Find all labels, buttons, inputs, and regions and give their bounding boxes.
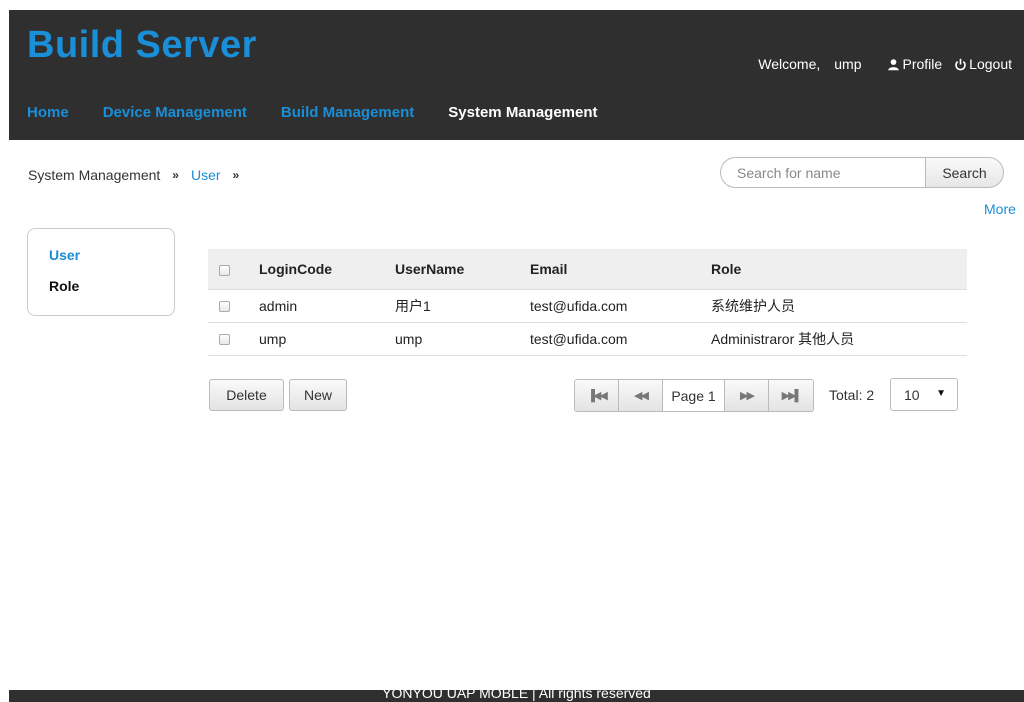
user-icon	[888, 58, 900, 70]
row-checkbox[interactable]	[219, 301, 230, 313]
delete-button[interactable]: Delete	[209, 379, 284, 411]
page-size-select[interactable]: 10 ▼	[890, 378, 958, 411]
breadcrumb: System Management » User »	[28, 167, 239, 183]
cell-username: ump	[395, 322, 530, 356]
page-left-edge	[0, 0, 9, 702]
row-select-cell	[208, 289, 250, 323]
cell-role: Administraror 其他人员	[711, 322, 967, 356]
dropdown-arrow-icon: ▼	[936, 388, 946, 399]
prev-page-icon: ◀◀	[634, 390, 649, 402]
breadcrumb-separator: »	[232, 168, 240, 182]
breadcrumb-root[interactable]: System Management	[28, 167, 160, 183]
logout-link[interactable]: Logout	[954, 56, 1012, 72]
total-count: Total: 2	[829, 387, 875, 403]
cell-email: test@ufida.com	[530, 289, 711, 323]
breadcrumb-separator: »	[172, 168, 179, 182]
nav-system-management[interactable]: System Management	[448, 104, 597, 121]
row-checkbox[interactable]	[219, 334, 230, 346]
user-table: LoginCode UserName Email Role admin 用户1 …	[208, 249, 967, 356]
nav-build-management[interactable]: Build Management	[281, 104, 414, 121]
last-page-button[interactable]: ▶▶▌	[769, 380, 813, 411]
more-link[interactable]: More	[984, 201, 1016, 217]
column-header-email[interactable]: Email	[530, 249, 711, 290]
profile-link[interactable]: Profile	[887, 56, 942, 72]
row-select-cell	[208, 322, 250, 356]
brand-title: Build Server	[27, 24, 257, 66]
page-indicator: Page 1	[663, 380, 725, 411]
first-page-button[interactable]: ▐◀◀	[575, 380, 619, 411]
username-label: ump	[834, 56, 862, 72]
cell-email: test@ufida.com	[530, 322, 711, 356]
table-header-row: LoginCode UserName Email Role	[208, 249, 967, 290]
cell-logincode: ump	[250, 322, 395, 356]
footer: YONYOU UAP MOBLE | All rights reserved	[9, 690, 1024, 702]
nav-device-management[interactable]: Device Management	[103, 104, 247, 121]
last-page-icon: ▶▶▌	[781, 390, 803, 402]
next-page-button[interactable]: ▶▶	[725, 380, 769, 411]
cell-username: 用户1	[395, 289, 530, 323]
nav-home[interactable]: Home	[27, 104, 69, 121]
table-row[interactable]: ump ump test@ufida.com Administraror 其他人…	[208, 322, 967, 356]
column-header-logincode[interactable]: LoginCode	[250, 249, 395, 290]
power-icon	[955, 58, 966, 70]
sidebar: User Role	[27, 228, 175, 316]
profile-label: Profile	[902, 56, 943, 72]
header: Build Server Welcome, ump Profile Logout…	[9, 10, 1024, 140]
main-nav: Home Device Management Build Management …	[27, 104, 598, 121]
sidebar-item-user[interactable]: User	[49, 247, 174, 263]
new-button[interactable]: New	[289, 379, 347, 411]
cell-role: 系统维护人员	[711, 289, 967, 323]
next-page-icon: ▶▶	[740, 390, 755, 402]
cell-logincode: admin	[250, 289, 395, 323]
prev-page-button[interactable]: ◀◀	[619, 380, 663, 411]
logout-label: Logout	[969, 56, 1012, 72]
welcome-label: Welcome,	[758, 56, 821, 72]
table-row[interactable]: admin 用户1 test@ufida.com 系统维护人员	[208, 289, 967, 323]
pagination: ▐◀◀ ◀◀ Page 1 ▶▶ ▶▶▌	[574, 379, 814, 412]
search-input[interactable]	[720, 157, 925, 188]
footer-text: YONYOU UAP MOBLE | All rights reserved	[382, 690, 651, 701]
select-all-cell	[208, 249, 250, 290]
column-header-role[interactable]: Role	[711, 249, 967, 290]
breadcrumb-current[interactable]: User	[191, 167, 221, 183]
page-size-value: 10	[904, 386, 920, 403]
search-box: Search	[720, 157, 1004, 188]
first-page-icon: ▐◀◀	[587, 390, 608, 402]
sidebar-item-role[interactable]: Role	[49, 278, 174, 294]
search-button[interactable]: Search	[925, 157, 1004, 188]
user-bar: Welcome, ump Profile Logout	[758, 56, 1012, 72]
select-all-checkbox[interactable]	[219, 264, 230, 276]
column-header-username[interactable]: UserName	[395, 249, 530, 290]
